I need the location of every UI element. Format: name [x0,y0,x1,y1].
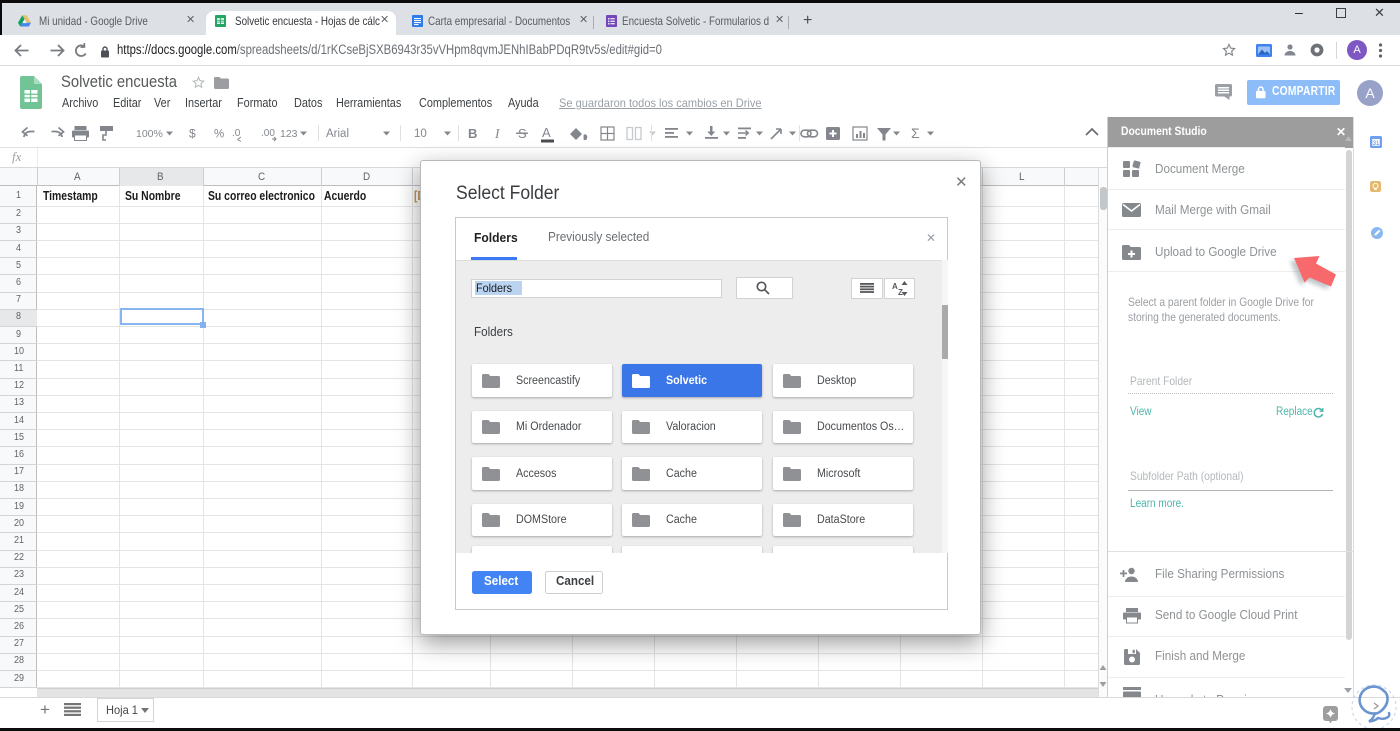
svg-text:10: 10 [414,128,427,140]
svg-text:.0: .0 [232,128,241,139]
svg-text:A: A [542,125,551,140]
svg-text:100%: 100% [136,128,163,140]
svg-text:I: I [494,126,501,141]
svg-text:31: 31 [1373,141,1380,147]
svg-text:$: $ [189,127,196,141]
svg-text:%: % [214,129,224,141]
svg-text:Arial: Arial [326,128,349,140]
svg-text:B: B [468,126,477,141]
svg-text:.00: .00 [261,128,275,139]
svg-text:123: 123 [280,128,298,140]
svg-text:Σ: Σ [911,125,920,141]
